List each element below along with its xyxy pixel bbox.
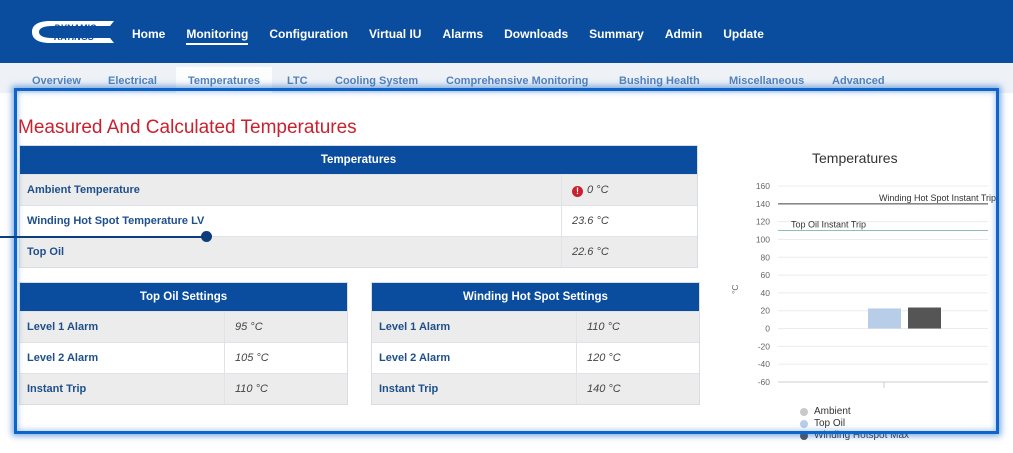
row-value-text: 140 °C bbox=[587, 383, 621, 395]
y-tick-label: 80 bbox=[761, 252, 771, 262]
y-tick-label: -60 bbox=[758, 377, 771, 387]
table-row: Level 1 Alarm 95 °C bbox=[20, 311, 347, 342]
row-value: 110 °C bbox=[576, 312, 699, 342]
row-label: Level 1 Alarm bbox=[379, 321, 451, 333]
table-row: Level 2 Alarm 120 °C bbox=[372, 342, 699, 373]
row-value: 22.6 °C bbox=[561, 237, 697, 267]
monitoring-subtabs: Overview Electrical Temperatures LTC Cooling… bbox=[0, 63, 1013, 93]
temperatures-table: Temperatures Ambient Temperature! 0 °C Win… bbox=[19, 145, 698, 268]
row-label: Level 2 Alarm bbox=[27, 352, 99, 364]
top-navbar: DYNAMIC RATINGS Home Monitoring Configurat… bbox=[0, 0, 1013, 63]
legend-item-winding-hotspot-max[interactable]: Winding Hotspot Max bbox=[800, 430, 909, 442]
nav-item-update[interactable]: Update bbox=[723, 27, 764, 45]
table-row: Instant Trip 140 °C bbox=[372, 373, 699, 404]
row-value-text: 105 °C bbox=[235, 352, 269, 364]
y-tick-label: 140 bbox=[756, 199, 770, 209]
row-label: Level 1 Alarm bbox=[27, 321, 99, 333]
nav-item-downloads[interactable]: Downloads bbox=[504, 27, 568, 45]
subtab-temperatures[interactable]: Temperatures bbox=[176, 67, 272, 93]
legend-dot-icon bbox=[800, 420, 808, 428]
y-tick-label: 20 bbox=[761, 306, 771, 316]
legend-dot-icon bbox=[800, 432, 808, 440]
nav-item-alarms[interactable]: Alarms bbox=[442, 27, 483, 45]
chart-legend: Ambient Top Oil Winding Hotspot Max bbox=[800, 406, 909, 442]
y-tick-label: 0 bbox=[765, 324, 770, 334]
plot-line-label: Top Oil Instant Trip bbox=[791, 220, 866, 230]
legend-label: Winding Hotspot Max bbox=[814, 430, 910, 441]
top-oil-settings-header: Top Oil Settings bbox=[20, 283, 347, 311]
subtab-comprehensive-monitoring[interactable]: Comprehensive Monitoring bbox=[446, 75, 588, 87]
row-value: 140 °C bbox=[576, 374, 699, 404]
row-label: Level 2 Alarm bbox=[379, 352, 451, 364]
page-title: Measured And Calculated Temperatures bbox=[18, 117, 357, 138]
row-label: Ambient Temperature bbox=[27, 184, 140, 196]
subtab-electrical[interactable]: Electrical bbox=[108, 75, 157, 87]
y-tick-label: 120 bbox=[756, 217, 770, 227]
winding-settings-header: Winding Hot Spot Settings bbox=[372, 283, 699, 311]
subtab-ltc[interactable]: LTC bbox=[287, 75, 308, 87]
legend-item-top-oil[interactable]: Top Oil bbox=[800, 418, 909, 430]
row-value: 95 °C bbox=[224, 312, 347, 342]
row-value: 110 °C bbox=[224, 374, 347, 404]
legend-label: Top Oil bbox=[814, 418, 846, 429]
svg-text:RATINGS: RATINGS bbox=[54, 32, 94, 42]
temperatures-table-header: Temperatures bbox=[20, 146, 697, 174]
y-axis-label: °C bbox=[730, 284, 740, 294]
row-value-text: 110 °C bbox=[587, 321, 620, 333]
table-row: Instant Trip 110 °C bbox=[20, 373, 347, 404]
chart-title: Temperatures bbox=[812, 150, 898, 166]
table-row: Winding Hot Spot Temperature LV 23.6 °C bbox=[20, 205, 697, 236]
row-value-text: 23.6 °C bbox=[572, 215, 609, 227]
nav-item-summary[interactable]: Summary bbox=[589, 27, 644, 45]
row-value: 120 °C bbox=[576, 343, 699, 373]
table-row: Level 2 Alarm 105 °C bbox=[20, 342, 347, 373]
y-tick-label: -20 bbox=[758, 341, 771, 351]
y-tick-label: 60 bbox=[761, 270, 771, 280]
subtab-bushing-health[interactable]: Bushing Health bbox=[619, 75, 700, 87]
y-tick-label: 40 bbox=[761, 288, 771, 298]
legend-item-ambient[interactable]: Ambient bbox=[800, 406, 909, 418]
pointer-line bbox=[0, 236, 207, 238]
table-row: Ambient Temperature! 0 °C bbox=[20, 174, 697, 205]
row-label: Instant Trip bbox=[27, 383, 87, 395]
row-value-text: 22.6 °C bbox=[572, 246, 609, 258]
winding-settings-table: Winding Hot Spot Settings Level 1 Alarm 1… bbox=[371, 282, 700, 405]
row-value: ! 0 °C bbox=[561, 175, 697, 205]
row-value: 23.6 °C bbox=[561, 206, 697, 236]
row-value-text: 110 °C bbox=[235, 383, 268, 395]
subtab-miscellaneous[interactable]: Miscellaneous bbox=[729, 75, 804, 87]
y-tick-label: 160 bbox=[756, 181, 770, 191]
table-row: Top Oil 22.6 °C bbox=[20, 236, 697, 267]
nav-item-home[interactable]: Home bbox=[132, 27, 165, 45]
plot-line-label: Winding Hot Spot Instant Trip bbox=[879, 193, 996, 203]
row-value: 105 °C bbox=[224, 343, 347, 373]
bar-winding-hotspot-max bbox=[908, 307, 941, 329]
top-oil-settings-table: Top Oil Settings Level 1 Alarm 95 °C Level… bbox=[19, 282, 348, 405]
row-label: Winding Hot Spot Temperature LV bbox=[27, 215, 205, 227]
subtab-advanced[interactable]: Advanced bbox=[832, 75, 885, 87]
row-value-text: 95 °C bbox=[235, 321, 263, 333]
pointer-dot bbox=[201, 231, 212, 242]
row-value-text: 120 °C bbox=[587, 352, 621, 364]
row-label: Instant Trip bbox=[379, 383, 439, 395]
temperatures-chart-svg: -60 -40 -20 0 20 40 60 80 100 120 140 160 °C Winding … bbox=[730, 181, 996, 388]
legend-label: Ambient bbox=[814, 406, 851, 417]
y-tick-label: 100 bbox=[756, 234, 770, 244]
main-nav: Home Monitoring Configuration Virtual IU Ala… bbox=[132, 27, 785, 45]
legend-dot-icon bbox=[800, 408, 808, 416]
table-row: Level 1 Alarm 110 °C bbox=[372, 311, 699, 342]
row-label: Top Oil bbox=[27, 246, 65, 258]
y-tick-label: -40 bbox=[758, 359, 771, 369]
subtab-overview[interactable]: Overview bbox=[32, 75, 81, 87]
nav-item-admin[interactable]: Admin bbox=[665, 27, 702, 45]
subtab-cooling-system[interactable]: Cooling System bbox=[335, 75, 418, 87]
nav-item-configuration[interactable]: Configuration bbox=[269, 27, 348, 45]
nav-item-virtual-iu[interactable]: Virtual IU bbox=[369, 27, 421, 45]
nav-item-monitoring[interactable]: Monitoring bbox=[186, 27, 249, 45]
bar-top-oil bbox=[868, 308, 901, 329]
warning-icon: ! bbox=[572, 186, 583, 197]
dynamic-ratings-logo[interactable]: DYNAMIC RATINGS bbox=[30, 20, 116, 44]
row-value-text: 0 °C bbox=[587, 184, 609, 196]
